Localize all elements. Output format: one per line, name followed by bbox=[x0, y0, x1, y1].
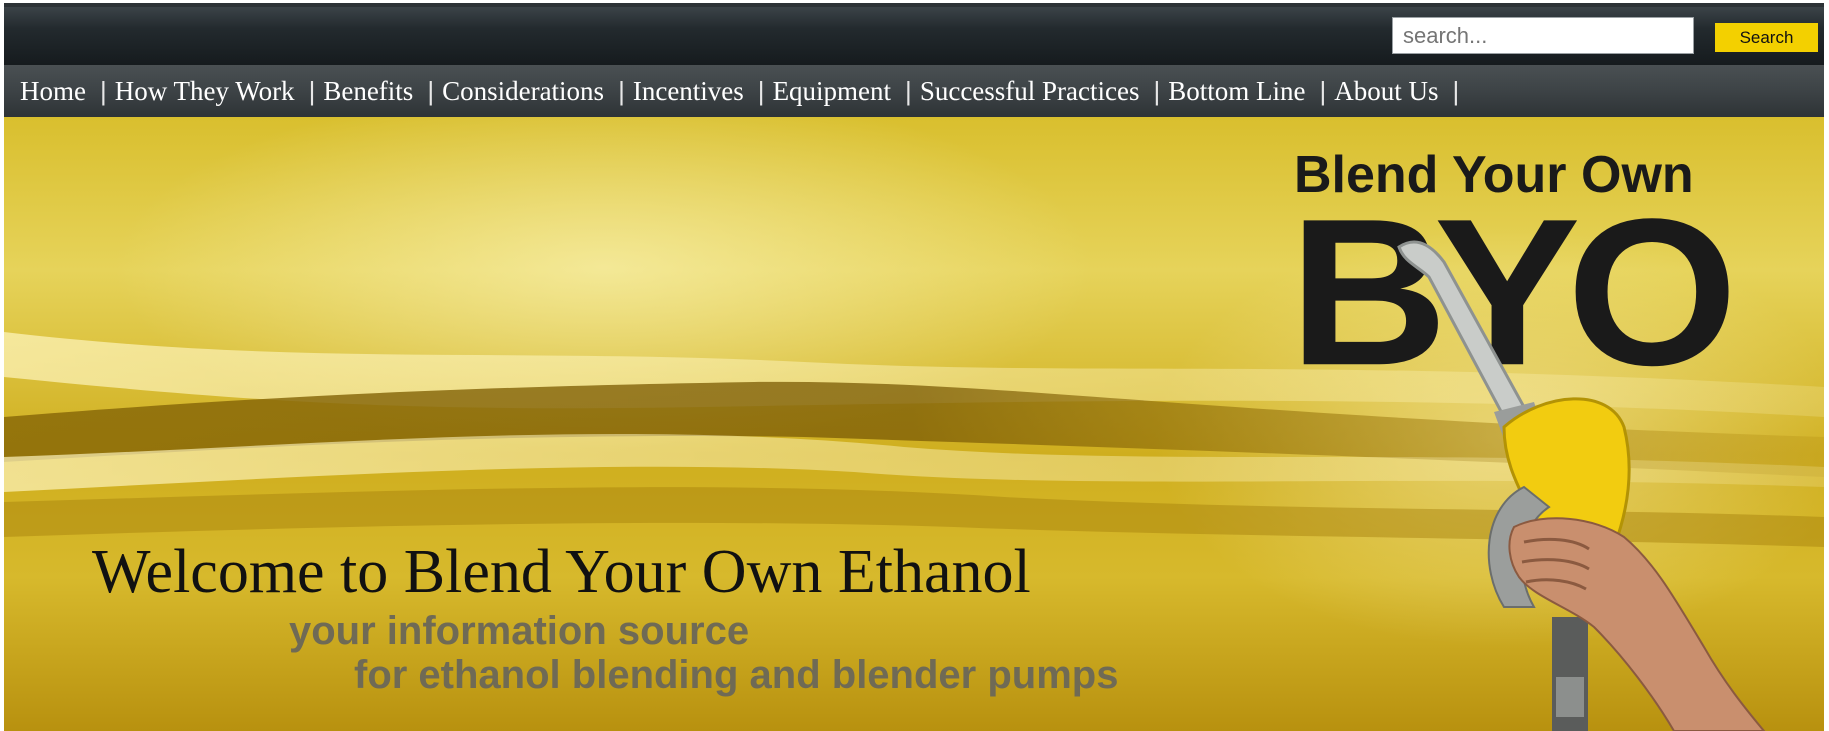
tagline-line-2: for ethanol blending and blender pumps bbox=[354, 653, 1119, 697]
nav-separator: | bbox=[618, 75, 625, 106]
nav-separator: | bbox=[99, 75, 107, 106]
nav-separator: | bbox=[757, 75, 765, 106]
nav-item-equipment[interactable]: Equipment bbox=[767, 76, 903, 107]
search-button[interactable]: Search bbox=[1715, 23, 1818, 52]
tagline-line-1: your information source bbox=[289, 609, 750, 653]
hero-banner: Blend Your Own BYO Welcome to Blend Your… bbox=[4, 117, 1824, 731]
page: Search Home | How They Work | Benefits |… bbox=[0, 0, 1829, 731]
nav-item-successful-practices[interactable]: Successful Practices bbox=[914, 76, 1152, 107]
nav-separator: | bbox=[1153, 75, 1161, 106]
nav-item-incentives[interactable]: Incentives bbox=[627, 76, 756, 107]
nav-list: Home | How They Work | Benefits | Consid… bbox=[4, 76, 1461, 107]
fuel-nozzle-hand-image bbox=[1397, 240, 1766, 731]
top-header-bar: Search bbox=[4, 3, 1824, 69]
nav-item-considerations[interactable]: Considerations bbox=[436, 76, 616, 107]
nav-item-home[interactable]: Home bbox=[14, 76, 98, 107]
nav-separator: | bbox=[1319, 75, 1327, 106]
nav-item-bottom-line[interactable]: Bottom Line bbox=[1162, 76, 1317, 107]
nav-separator: | bbox=[308, 75, 316, 106]
nav-separator: | bbox=[1452, 75, 1460, 106]
nav-separator: | bbox=[427, 75, 435, 106]
welcome-title: Welcome to Blend Your Own Ethanol bbox=[92, 538, 1031, 606]
main-navigation: Home | How They Work | Benefits | Consid… bbox=[4, 65, 1824, 117]
search-input[interactable] bbox=[1392, 17, 1694, 54]
nav-item-benefits[interactable]: Benefits bbox=[317, 76, 425, 107]
nav-separator: | bbox=[905, 75, 912, 106]
nav-item-about-us[interactable]: About Us bbox=[1328, 76, 1450, 107]
nav-item-how-they-work[interactable]: How They Work bbox=[109, 76, 307, 107]
